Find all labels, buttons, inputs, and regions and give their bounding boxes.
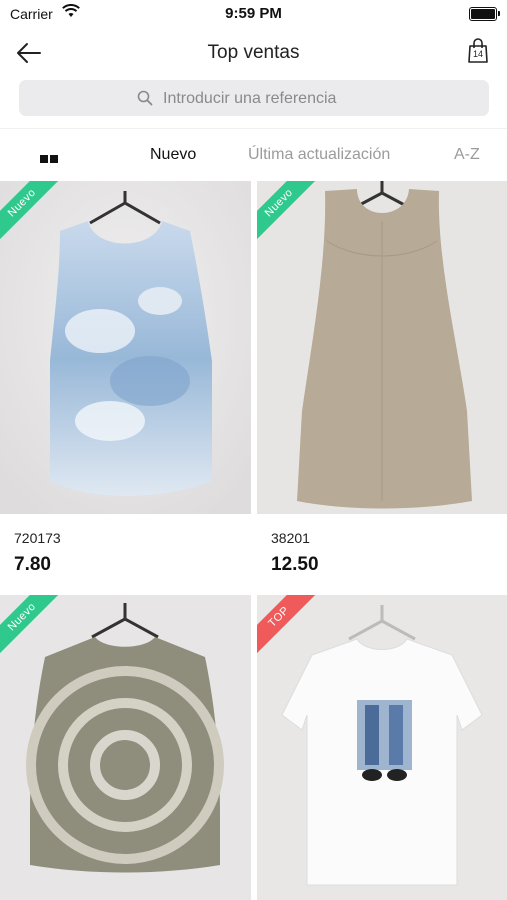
product-image: TOP: [257, 595, 507, 900]
clock: 9:59 PM: [225, 5, 282, 22]
search-icon: [137, 90, 153, 106]
product-image: Nuevo: [0, 595, 251, 900]
product-card[interactable]: Nuevo 38201 12.50: [257, 181, 507, 591]
sort-bar: Nuevo Última actualización A-Z: [0, 140, 507, 170]
page-title: Top ventas: [207, 42, 300, 63]
product-image: Nuevo: [0, 181, 251, 514]
product-card[interactable]: TOP: [257, 595, 507, 900]
search-input[interactable]: [161, 87, 465, 111]
search-bar[interactable]: [19, 80, 489, 116]
product-price: 12.50: [271, 554, 319, 575]
product-reference: 38201: [271, 530, 310, 546]
product-price: 7.80: [14, 554, 51, 575]
navigation-bar: Top ventas 14: [0, 30, 507, 76]
product-card[interactable]: Nuevo 720173 7.80: [0, 181, 251, 591]
product-image: Nuevo: [257, 181, 507, 514]
sort-option-ultima-actualizacion[interactable]: Última actualización: [248, 146, 390, 164]
sort-option-nuevo[interactable]: Nuevo: [150, 146, 196, 164]
battery-icon: [469, 7, 500, 21]
cart-button[interactable]: 14: [467, 38, 489, 64]
product-card[interactable]: Nuevo: [0, 595, 251, 900]
grid-view-toggle-icon[interactable]: [40, 150, 60, 163]
status-bar: Carrier 9:59 PM: [0, 0, 507, 28]
divider: [0, 128, 507, 129]
cart-count: 14: [472, 49, 483, 59]
sort-option-a-z[interactable]: A-Z: [454, 146, 480, 164]
product-reference: 720173: [14, 530, 61, 546]
